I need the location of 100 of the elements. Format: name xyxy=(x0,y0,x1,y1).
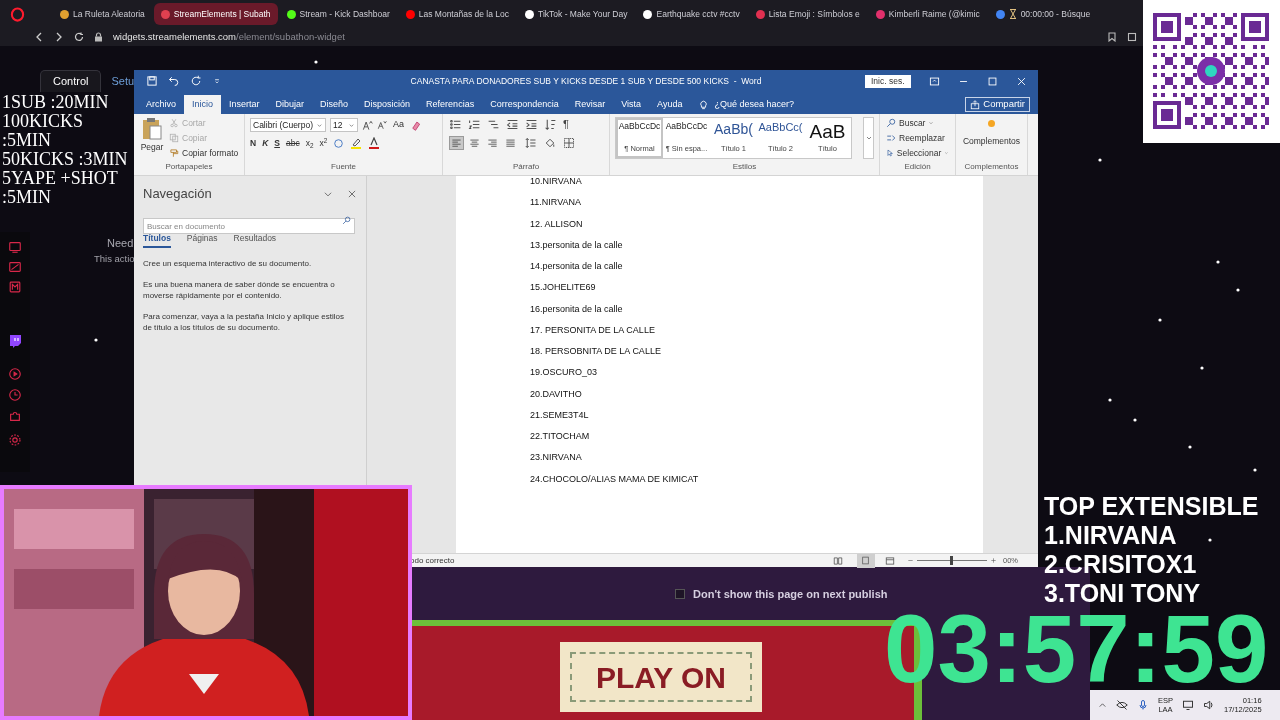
settings-icon[interactable] xyxy=(8,433,22,447)
sort-icon[interactable] xyxy=(544,118,557,131)
borders-icon[interactable] xyxy=(563,137,575,149)
multilevel-icon[interactable] xyxy=(487,118,500,131)
print-layout-button[interactable] xyxy=(857,553,875,568)
close-icon[interactable] xyxy=(1015,75,1027,87)
numbering-icon[interactable] xyxy=(468,118,481,131)
change-case-button[interactable]: Aa xyxy=(391,118,406,132)
browser-tab[interactable]: Lista Emoji : Símbolos e xyxy=(748,3,867,25)
replace-icon[interactable] xyxy=(886,133,896,144)
address-field[interactable]: widgets.streamelements.com/element/subathon-widget xyxy=(113,29,345,45)
editing-button[interactable]: Buscar xyxy=(886,117,949,130)
share-icon[interactable] xyxy=(970,99,981,110)
editing-button[interactable]: Reemplazar xyxy=(886,131,949,145)
browser-tab[interactable]: Stream - Kick Dashboar xyxy=(279,3,397,25)
page-icon[interactable] xyxy=(861,556,871,565)
bullets-icon[interactable] xyxy=(449,118,462,131)
ribbon-tab[interactable]: Correspondencia xyxy=(482,95,567,114)
browser-tab[interactable]: 00:00:00 - Búsque xyxy=(988,3,1098,25)
shrink-font-icon[interactable] xyxy=(377,120,387,130)
caret-icon[interactable] xyxy=(864,134,873,142)
ribbon-tab[interactable]: Diseño xyxy=(312,95,357,114)
ribbon-tab[interactable]: Vista xyxy=(613,95,650,114)
play-on-button[interactable]: PLAY ON xyxy=(560,642,762,712)
line-spacing-icon[interactable] xyxy=(525,137,537,149)
font-size-dropdown[interactable]: 12 xyxy=(330,118,358,132)
play-icon[interactable] xyxy=(8,367,22,381)
customize-icon[interactable] xyxy=(212,76,222,86)
undo-icon[interactable] xyxy=(168,75,180,87)
forward-icon[interactable] xyxy=(54,32,64,42)
text-effects-icon[interactable] xyxy=(333,137,345,149)
clock-icon[interactable] xyxy=(8,388,22,402)
monitor-icon[interactable] xyxy=(8,240,22,254)
grow-font-icon[interactable] xyxy=(362,119,373,131)
eye-off-icon[interactable] xyxy=(1116,699,1128,711)
format-button[interactable]: K xyxy=(262,137,269,150)
ribbon-tab[interactable]: Revisar xyxy=(566,95,614,114)
editing-button[interactable]: Seleccionar xyxy=(886,146,949,160)
add-ins-button[interactable]: Complementos xyxy=(962,120,1021,148)
minus-icon[interactable] xyxy=(907,557,914,564)
close-icon[interactable] xyxy=(347,188,357,199)
pane-tab[interactable]: Resultados xyxy=(233,231,277,249)
caret-icon[interactable] xyxy=(316,121,323,129)
lightbulb-icon[interactable] xyxy=(698,99,710,110)
bookmark-icon[interactable] xyxy=(1107,32,1117,42)
increase-indent-icon[interactable] xyxy=(525,118,538,131)
pilcrow-button[interactable]: ¶ xyxy=(563,119,569,130)
format-button[interactable]: S xyxy=(274,137,280,150)
format-button[interactable]: abc xyxy=(285,137,300,150)
tab[interactable]: Control xyxy=(40,70,102,92)
pane-tab[interactable]: Páginas xyxy=(186,231,218,249)
save-icon[interactable] xyxy=(146,75,158,87)
chat-bubble-icon[interactable] xyxy=(9,334,22,348)
browser-tab[interactable]: TikTok - Make Your Day xyxy=(518,3,635,25)
web-layout-icon[interactable] xyxy=(885,555,895,566)
font-family-dropdown[interactable]: Calibri (Cuerpo) xyxy=(250,118,326,132)
ribbon-display-icon[interactable] xyxy=(928,75,940,87)
highlighter-icon[interactable] xyxy=(350,137,363,150)
ribbon-tab[interactable]: Inicio xyxy=(184,95,222,114)
share-button[interactable]: Compartir xyxy=(965,97,1030,112)
format-button[interactable]: x$^{2}$ xyxy=(319,137,328,150)
monitor-icon[interactable] xyxy=(8,260,22,274)
font-color-icon[interactable] xyxy=(368,137,381,150)
clear-format-icon[interactable] xyxy=(410,119,421,131)
monitor-icon[interactable] xyxy=(1182,699,1194,711)
paste-button[interactable]: Pegar xyxy=(139,117,165,161)
paint-bucket-icon[interactable] xyxy=(544,137,556,149)
cursor-icon[interactable] xyxy=(886,147,894,158)
ribbon-tab[interactable]: Dibujar xyxy=(267,95,313,114)
ribbon-tab[interactable]: Insertar xyxy=(221,95,268,114)
read-mode-icon[interactable] xyxy=(833,555,843,566)
square-icon[interactable] xyxy=(8,280,22,294)
caret-icon[interactable] xyxy=(348,121,355,129)
tab[interactable]: Setu xyxy=(109,70,137,92)
ribbon-tab[interactable]: Ayuda xyxy=(649,95,691,114)
format-button[interactable]: N xyxy=(250,137,257,150)
checkbox[interactable] xyxy=(675,589,685,600)
plus-icon[interactable] xyxy=(990,557,997,564)
search-icon[interactable] xyxy=(886,118,896,129)
pane-tab[interactable]: Títulos xyxy=(143,231,171,249)
browser-tab[interactable]: Earthquake cctv #cctv xyxy=(636,3,747,25)
ring-logo-icon[interactable] xyxy=(10,6,25,22)
slider-thumb[interactable] xyxy=(950,556,954,565)
speaker-icon[interactable] xyxy=(1203,699,1215,711)
ribbon-tab[interactable]: Referencias xyxy=(418,95,483,114)
ribbon-tab[interactable]: Archivo xyxy=(138,95,184,114)
square-icon[interactable] xyxy=(1127,32,1137,42)
chevron-up-icon[interactable] xyxy=(1098,700,1107,710)
search-icon[interactable] xyxy=(342,215,351,225)
browser-tab[interactable]: Las Montañas de la Loc xyxy=(398,3,517,25)
browser-tab[interactable]: La Ruleta Aleatoria xyxy=(53,3,152,25)
search-field[interactable]: Buscar en documento xyxy=(143,218,355,234)
back-icon[interactable] xyxy=(34,32,44,42)
sign-in-button[interactable]: Inic. ses. xyxy=(865,74,911,88)
clipboard-action[interactable]: Copiar formato xyxy=(169,146,239,160)
decrease-indent-icon[interactable] xyxy=(506,118,519,131)
format-button[interactable]: x$_{2}$ xyxy=(305,137,314,150)
browser-tab[interactable]: StreamElements | Subath xyxy=(153,3,278,25)
maximize-icon[interactable] xyxy=(986,75,998,87)
brush-icon[interactable] xyxy=(169,147,179,158)
